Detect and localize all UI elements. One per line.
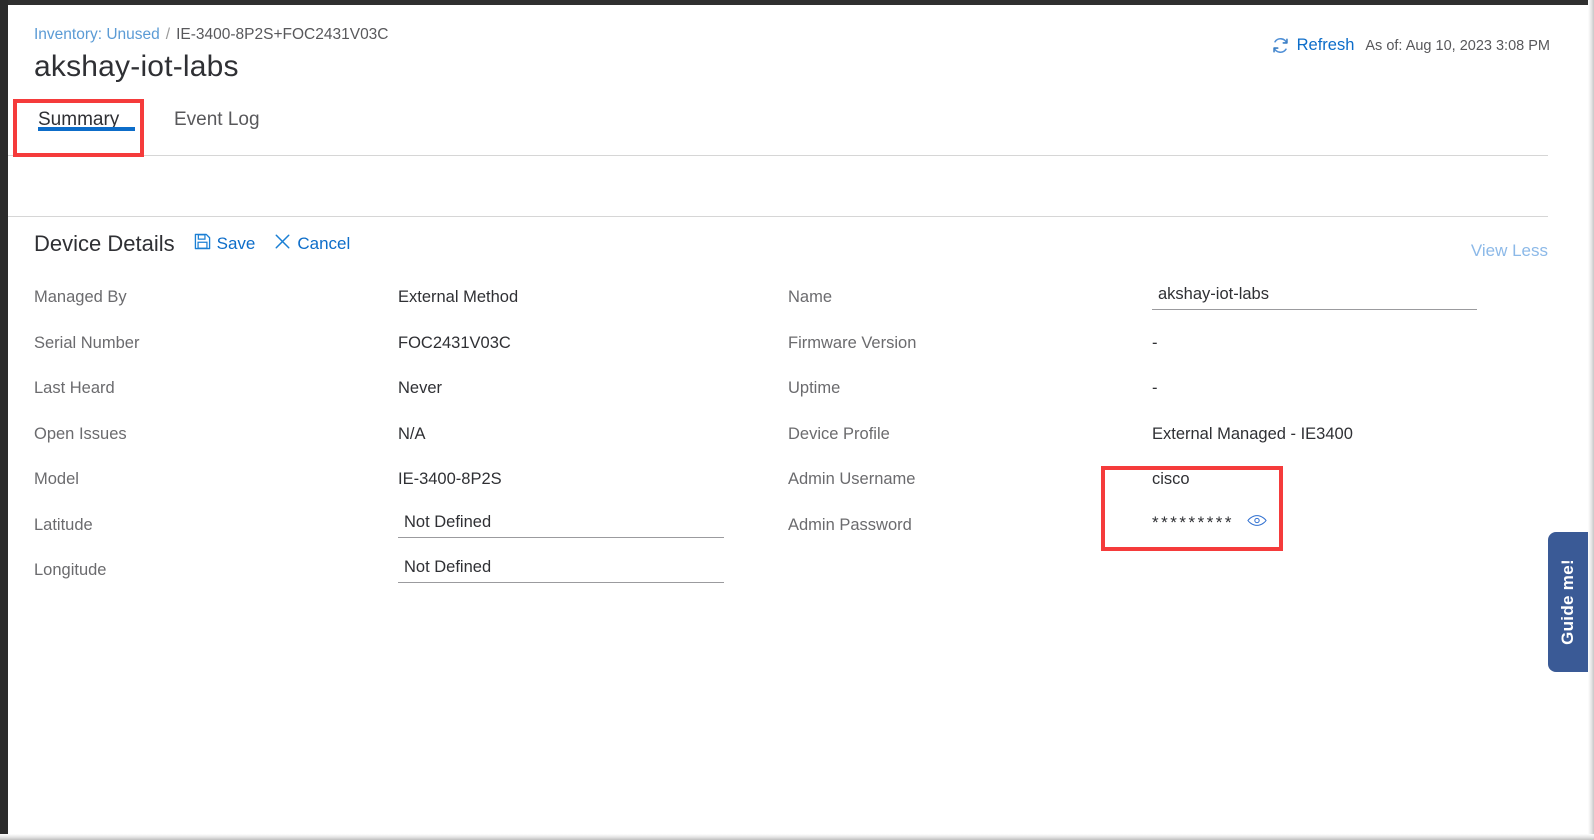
tab-event-log[interactable]: Event Log xyxy=(174,101,260,131)
field-value: Never xyxy=(398,379,443,397)
close-x-icon xyxy=(274,233,291,255)
field-value: - xyxy=(1152,379,1158,397)
field-label: Serial Number xyxy=(34,333,140,352)
refresh-button[interactable]: Refresh xyxy=(1271,36,1355,55)
field-uptime: Uptime - xyxy=(788,376,1548,422)
field-managed-by: Managed By External Method xyxy=(34,285,734,331)
admin-username-value[interactable]: cisco xyxy=(1152,470,1190,489)
field-last-heard: Last Heard Never xyxy=(34,376,734,422)
field-open-issues: Open Issues N/A xyxy=(34,422,734,468)
floppy-disk-icon xyxy=(194,233,211,255)
tab-bar-divider xyxy=(8,155,1548,156)
eye-icon[interactable] xyxy=(1247,514,1267,532)
view-less-toggle[interactable]: View Less xyxy=(1471,241,1548,261)
window-frame-bottom xyxy=(0,834,1594,840)
field-admin-password: Admin Password ********* xyxy=(788,513,1548,559)
field-label: Last Heard xyxy=(34,379,115,397)
refresh-label: Refresh xyxy=(1296,36,1355,54)
field-name: Name xyxy=(788,281,1548,331)
latitude-input[interactable] xyxy=(398,508,724,538)
admin-password-value[interactable]: ********* xyxy=(1152,513,1234,533)
field-value: External Method xyxy=(398,288,519,306)
longitude-input[interactable] xyxy=(398,554,724,583)
field-value: - xyxy=(1152,333,1158,352)
field-label: Name xyxy=(788,288,833,306)
field-device-profile: Device Profile External Managed - IE3400 xyxy=(788,422,1548,468)
field-label: Admin Username xyxy=(788,470,916,488)
device-details-title: Device Details xyxy=(34,231,175,256)
field-label: Device Profile xyxy=(788,424,890,443)
fields-right-column: Name Firmware Version - Uptime - Device … xyxy=(788,281,1548,559)
screenshot-root: Inventory: Unused / IE-3400-8P2S+FOC2431V0… xyxy=(0,0,1594,840)
field-firmware-version: Firmware Version - xyxy=(788,331,1548,377)
breadcrumb-current: IE-3400-8P2S+FOC2431V03C xyxy=(176,26,389,43)
field-label: Model xyxy=(34,470,79,488)
field-serial-number: Serial Number FOC2431V03C xyxy=(34,331,734,377)
refresh-area: Refresh As of: Aug 10, 2023 3:08 PM xyxy=(1271,36,1550,55)
page-title: akshay-iot-labs xyxy=(34,50,239,83)
page-content: Inventory: Unused / IE-3400-8P2S+FOC2431V0… xyxy=(8,5,1588,834)
tab-event-log-label: Event Log xyxy=(174,109,260,130)
field-value: IE-3400-8P2S xyxy=(398,470,502,488)
save-button[interactable]: Save xyxy=(194,233,256,255)
window-frame-right xyxy=(1588,0,1594,840)
field-value: N/A xyxy=(398,424,426,443)
cancel-button[interactable]: Cancel xyxy=(274,233,350,255)
fields-left-column: Managed By External Method Serial Number… xyxy=(34,285,734,604)
window-frame-left xyxy=(0,0,8,840)
name-input[interactable] xyxy=(1152,281,1477,310)
tab-summary-active-underline xyxy=(38,127,135,131)
field-label: Admin Password xyxy=(788,515,912,534)
guide-me-label: Guide me! xyxy=(1558,559,1578,645)
field-admin-username: Admin Username cisco xyxy=(788,467,1548,513)
field-label: Firmware Version xyxy=(788,333,917,352)
field-label: Managed By xyxy=(34,288,127,306)
field-longitude: Longitude xyxy=(34,554,734,604)
breadcrumb-separator: / xyxy=(165,26,171,43)
field-value: External Managed - IE3400 xyxy=(1152,424,1353,443)
device-details-header: Device Details Save Cancel xyxy=(34,231,350,257)
tab-bar: Summary Event Log xyxy=(8,101,1588,156)
field-label: Open Issues xyxy=(34,424,127,443)
guide-me-button[interactable]: Guide me! xyxy=(1548,532,1588,672)
save-label: Save xyxy=(216,234,256,253)
field-label: Latitude xyxy=(34,515,93,534)
field-value: FOC2431V03C xyxy=(398,333,511,352)
field-model: Model IE-3400-8P2S xyxy=(34,467,734,513)
refresh-circular-arrow-icon xyxy=(1271,36,1290,55)
admin-password-row: ********* xyxy=(1152,513,1267,533)
field-label: Uptime xyxy=(788,379,841,397)
cancel-label: Cancel xyxy=(297,234,351,253)
breadcrumb: Inventory: Unused / IE-3400-8P2S+FOC2431V0… xyxy=(34,26,389,44)
section-divider xyxy=(8,216,1548,217)
tab-summary[interactable]: Summary xyxy=(38,101,135,131)
breadcrumb-parent-link[interactable]: Inventory: Unused xyxy=(34,26,160,43)
field-label: Longitude xyxy=(34,561,107,579)
field-latitude: Latitude xyxy=(34,508,734,559)
as-of-timestamp: As of: Aug 10, 2023 3:08 PM xyxy=(1365,37,1550,54)
